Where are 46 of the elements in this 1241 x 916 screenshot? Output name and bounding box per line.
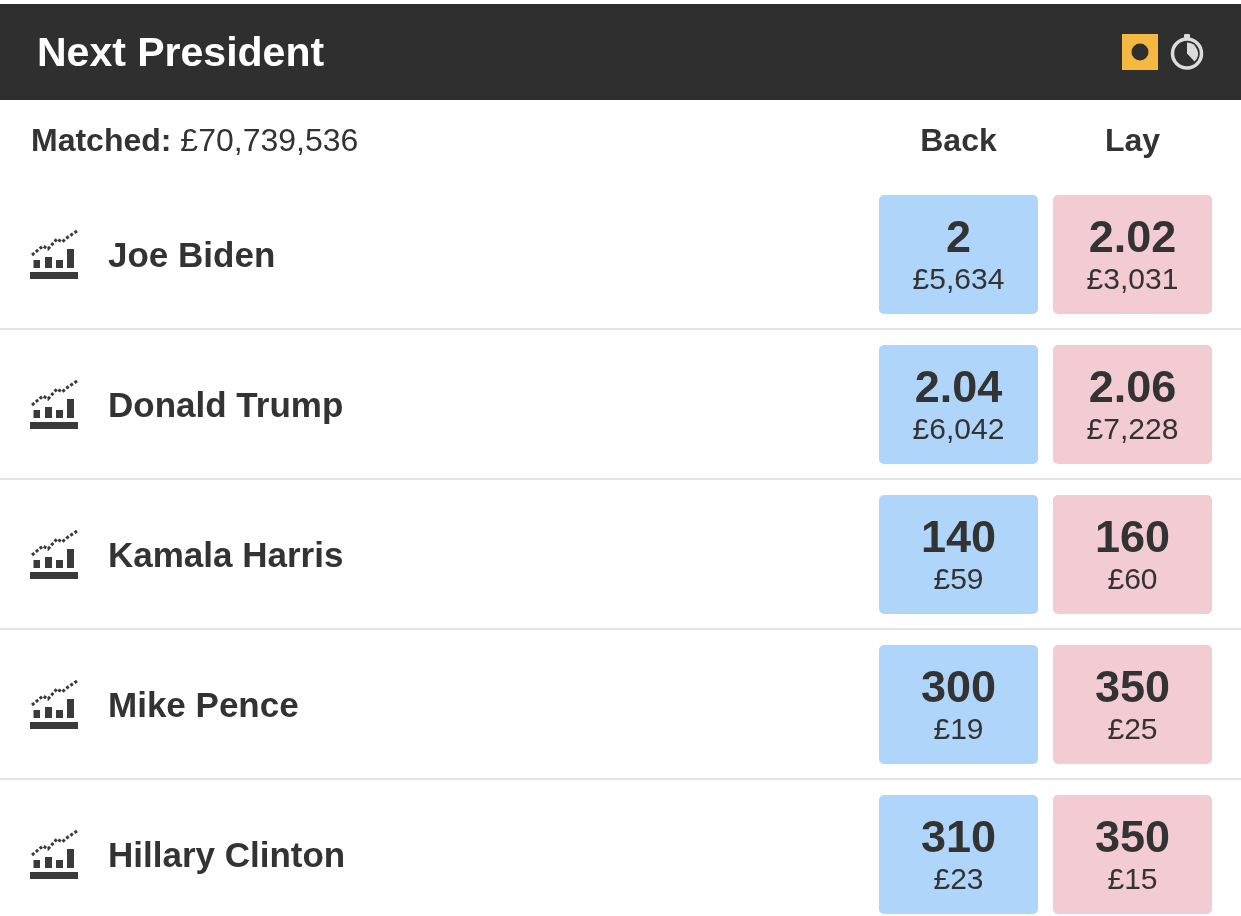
odds-price: 140 <box>920 512 997 561</box>
available-stake: £7,228 <box>1086 410 1179 447</box>
odds-price: 2 <box>946 212 971 261</box>
available-stake: £19 <box>933 710 984 747</box>
chart-icon[interactable] <box>30 530 78 579</box>
runner-name: Hillary Clinton <box>108 834 346 875</box>
lay-odds-button[interactable]: 2.06 £7,228 <box>1053 345 1212 464</box>
odds-price: 350 <box>1094 812 1171 861</box>
market-title: Next President <box>37 28 325 76</box>
lay-odds-button[interactable]: 160 £60 <box>1053 495 1212 614</box>
odds-price: 350 <box>1094 662 1171 711</box>
available-stake: £23 <box>933 860 984 897</box>
back-odds-button[interactable]: 2.04 £6,042 <box>879 345 1038 464</box>
chart-icon[interactable] <box>30 680 78 729</box>
lay-odds-button[interactable]: 2.02 £3,031 <box>1053 195 1212 314</box>
available-stake: £15 <box>1107 860 1158 897</box>
column-header: Lay <box>1104 121 1161 159</box>
odds-price: 160 <box>1094 512 1171 561</box>
available-stake: £5,634 <box>912 260 1005 297</box>
dot-tile-icon[interactable] <box>1122 34 1158 70</box>
runner-name: Joe Biden <box>108 234 276 275</box>
runner-name: Donald Trump <box>108 384 344 425</box>
available-stake: £59 <box>933 560 984 597</box>
odds-price: 2.02 <box>1088 212 1177 261</box>
available-stake: £60 <box>1107 560 1158 597</box>
odds-price: 300 <box>920 662 997 711</box>
chart-icon[interactable] <box>30 230 78 279</box>
back-odds-button[interactable]: 300 £19 <box>879 645 1038 764</box>
chart-icon[interactable] <box>30 380 78 429</box>
odds-price: 2.04 <box>914 362 1003 411</box>
runner-name: Kamala Harris <box>108 534 344 575</box>
back-odds-button[interactable]: 140 £59 <box>879 495 1038 614</box>
available-stake: £3,031 <box>1086 260 1179 297</box>
available-stake: £25 <box>1107 710 1158 747</box>
lay-odds-button[interactable]: 350 £15 <box>1053 795 1212 914</box>
stopwatch-icon[interactable] <box>1170 34 1204 70</box>
matched-total: Matched: £70,739,536 <box>31 121 359 159</box>
runner-name: Mike Pence <box>108 684 299 725</box>
odds-price: 310 <box>920 812 997 861</box>
available-stake: £6,042 <box>912 410 1005 447</box>
back-odds-button[interactable]: 2 £5,634 <box>879 195 1038 314</box>
odds-price: 2.06 <box>1088 362 1177 411</box>
lay-odds-button[interactable]: 350 £25 <box>1053 645 1212 764</box>
back-odds-button[interactable]: 310 £23 <box>879 795 1038 914</box>
chart-icon[interactable] <box>30 830 78 879</box>
column-header: Back <box>920 121 997 159</box>
